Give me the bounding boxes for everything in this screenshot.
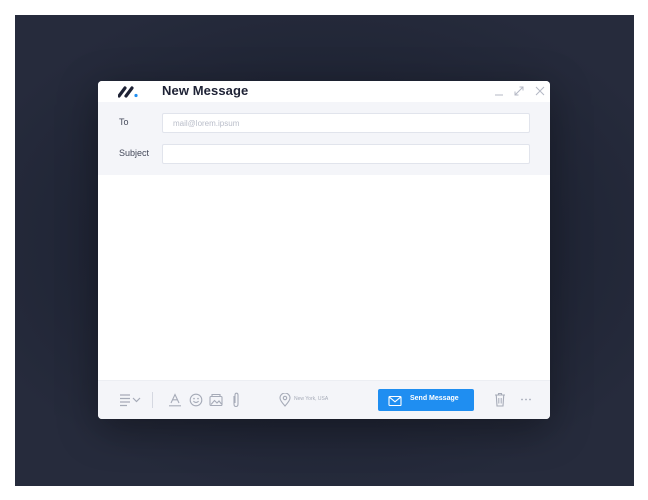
message-header-fields: To Subject	[98, 102, 550, 175]
to-row: To	[98, 113, 550, 133]
minimize-icon[interactable]	[493, 85, 505, 97]
location-pin-icon[interactable]	[278, 393, 292, 407]
send-message-label: Send Message	[410, 395, 459, 402]
brand-logo-icon	[117, 85, 142, 99]
font-color-icon[interactable]	[168, 393, 182, 407]
expand-icon[interactable]	[513, 85, 525, 97]
send-message-button[interactable]: Send Message	[378, 389, 474, 411]
image-icon[interactable]	[209, 393, 223, 407]
window-title: New Message	[162, 83, 249, 98]
to-label: To	[119, 117, 129, 127]
subject-input[interactable]	[162, 144, 530, 164]
text-align-dropdown[interactable]	[119, 393, 143, 407]
message-body	[98, 175, 550, 380]
align-icon	[120, 394, 130, 407]
more-icon[interactable]	[520, 397, 532, 402]
title-bar: New Message	[98, 81, 550, 102]
trash-icon[interactable]	[494, 392, 506, 407]
envelope-icon	[388, 394, 402, 407]
desktop-background: New Message To Subject	[15, 15, 634, 486]
subject-row: Subject	[98, 144, 550, 164]
location-text: New York, USA	[294, 396, 329, 402]
compose-window: New Message To Subject	[98, 81, 550, 419]
to-input[interactable]	[162, 113, 530, 133]
message-body-input[interactable]	[98, 175, 550, 380]
attachment-icon[interactable]	[231, 392, 241, 408]
toolbar-divider	[152, 392, 153, 408]
close-icon[interactable]	[534, 85, 546, 97]
chevron-down-icon	[132, 397, 141, 403]
compose-toolbar: New York, USA Send Message	[98, 380, 550, 419]
emoji-icon[interactable]	[189, 393, 203, 407]
subject-label: Subject	[119, 148, 150, 158]
